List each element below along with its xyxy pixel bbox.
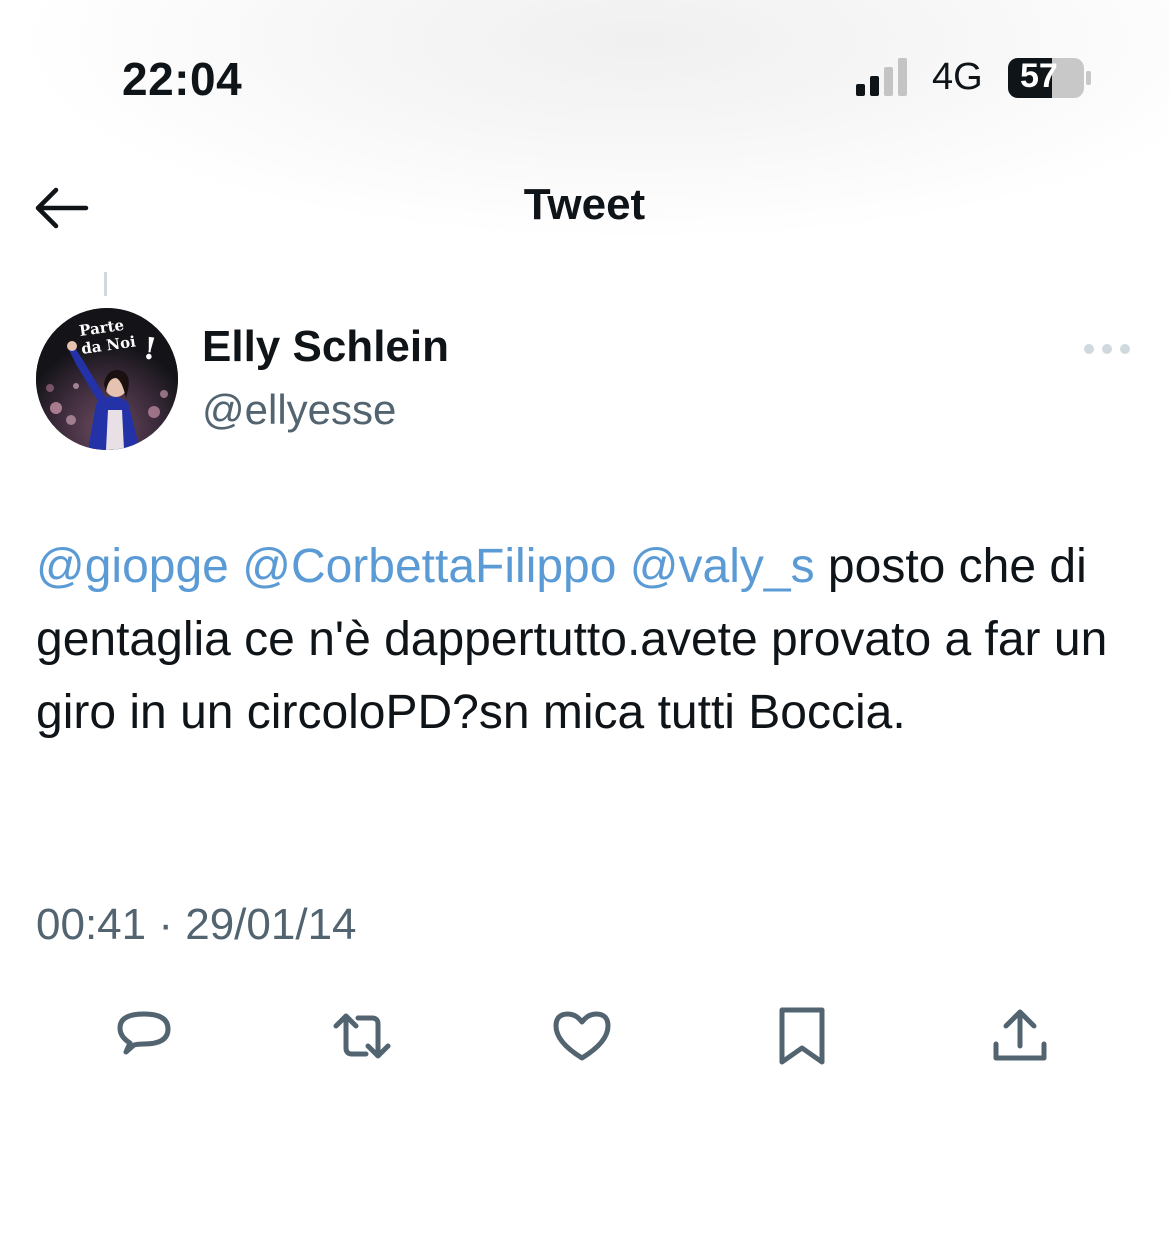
tweet-time: 00:41 <box>36 900 147 949</box>
mention-link[interactable]: @valy_s <box>630 540 815 593</box>
retweet-icon[interactable] <box>330 1004 394 1068</box>
tweet-timestamp[interactable]: 00:41 · 29/01/14 <box>36 900 357 950</box>
meta-separator: · <box>158 900 173 949</box>
bookmark-icon[interactable] <box>770 1004 834 1068</box>
heart-icon[interactable] <box>550 1004 614 1068</box>
mention-link[interactable]: @giopge <box>36 540 229 593</box>
thread-connector-line <box>104 272 107 296</box>
author-handle[interactable]: @ellyesse <box>202 386 396 434</box>
more-options-icon[interactable] <box>1082 338 1132 360</box>
battery-level: 57 <box>1020 57 1058 95</box>
network-type: 4G <box>932 56 983 98</box>
reply-icon[interactable] <box>112 1004 176 1068</box>
avatar[interactable]: Parte da Noi ! <box>36 308 178 450</box>
tweet-text: @giopge @CorbettaFilippo @valy_s posto c… <box>36 530 1136 749</box>
share-icon[interactable] <box>988 1004 1052 1068</box>
status-bar-time: 22:04 <box>122 53 243 105</box>
header-background <box>0 0 1169 280</box>
cellular-signal-icon <box>856 58 907 96</box>
tweet-date: 29/01/14 <box>185 900 357 949</box>
page-title: Tweet <box>523 180 646 229</box>
author-name[interactable]: Elly Schlein <box>202 322 449 372</box>
mention-link[interactable]: @CorbettaFilippo <box>242 540 616 593</box>
